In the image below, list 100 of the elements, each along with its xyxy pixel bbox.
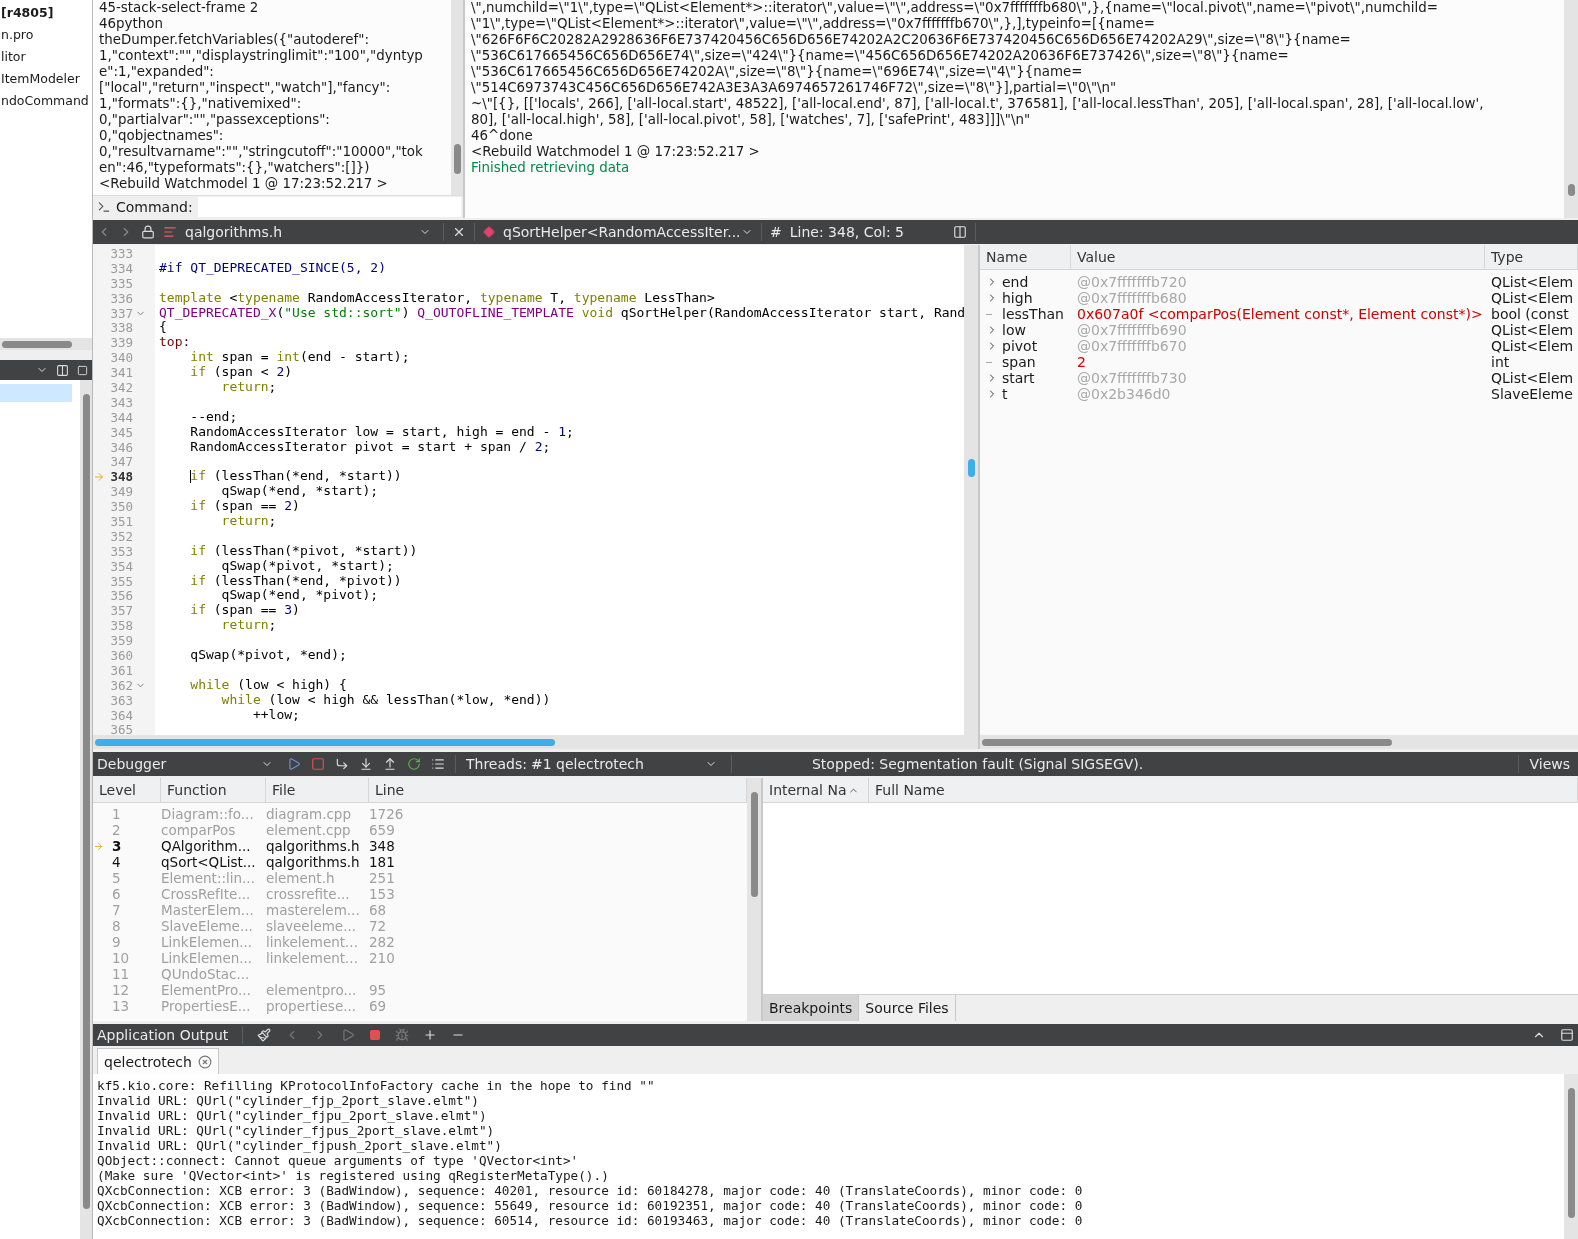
line-number: 333 (109, 245, 133, 261)
lock-icon[interactable] (141, 225, 155, 239)
variable-type: SlaveEleme (1491, 386, 1573, 402)
code-line: qSwap(*end, *start); (220, 484, 380, 500)
variable-value: @0x7fffffffb720 (1077, 274, 1187, 290)
code-line: qSwap(*pivot, *start); (221, 558, 395, 574)
line-number: 355 (109, 573, 133, 589)
vertical-scrollbar[interactable] (747, 778, 761, 1021)
column-header[interactable]: Name (980, 245, 1071, 269)
variable-value: @0x7fffffffb730 (1077, 370, 1187, 386)
project-tree-item[interactable]: litor (0, 46, 92, 68)
line-number: 350 (109, 499, 133, 515)
code-line: return; (220, 514, 278, 529)
line-number: 357 (109, 603, 133, 619)
symbol-selector[interactable]: qSortHelper<RandomAccessIter... (503, 224, 753, 240)
line-number: 359 (109, 633, 133, 649)
close-icon[interactable] (452, 225, 466, 239)
column-header[interactable]: Level (93, 778, 161, 802)
column-header[interactable]: Internal Na (763, 778, 869, 802)
log-line: \"626F6F6C20282A2928636F6E737420456C656D656E74202A2C20636F6E737420456C656D656E74202A29\",size=\"8\"}{name= (471, 32, 1352, 48)
log-line: ~\"[{}, [['locals', 266], ['all-local.start', 48522], ['all-local.end', 87], ['all-local.t', 376581], ['all-local.lessThan', 205], ['all-local.span', 28], ['all-local.low', (471, 96, 1485, 112)
vertical-scrollbar[interactable] (80, 380, 92, 1239)
stack-file: linkelement... (266, 934, 358, 950)
code-line: if (lessThan(*end, *start)) (189, 469, 403, 485)
vertical-scrollbar[interactable] (964, 245, 978, 735)
line-number: 360 (109, 648, 133, 663)
file-selector[interactable]: qalgorithms.h (185, 224, 435, 240)
code-line: RandomAccessIterator low = start, high = end - 1; (189, 424, 575, 440)
line-number: 348 (109, 469, 133, 485)
command-label: Command: (116, 199, 193, 215)
vertical-scrollbar[interactable] (1564, 0, 1578, 218)
views-menu[interactable]: Views (1529, 756, 1570, 772)
split-icon[interactable] (56, 363, 69, 377)
line-number: 363 (109, 692, 133, 708)
variable-type: bool (const (1491, 306, 1569, 322)
project-tree-item[interactable]: n.pro (0, 24, 92, 46)
variable-name: low (1002, 322, 1026, 338)
current-frame-arrow-icon (93, 840, 104, 852)
vertical-scrollbar[interactable] (1564, 1074, 1578, 1239)
output-tab[interactable]: qelectrotech (97, 1048, 219, 1074)
line-number: 365 (109, 722, 133, 735)
output-line: (Make sure 'QVector<int>' is registered using qRegisterMetaType().) (97, 1168, 610, 1183)
stack-file: linkelement... (266, 950, 358, 966)
code-line: qSwap(*end, *pivot); (220, 588, 379, 604)
column-header[interactable]: File (266, 778, 369, 802)
variable-type: QList<Elem (1491, 370, 1574, 386)
code-line: if (span == 3) (189, 603, 301, 619)
horizontal-scrollbar[interactable] (980, 735, 1578, 749)
stack-line: 69 (369, 998, 387, 1014)
restart-icon[interactable] (407, 757, 421, 771)
log-line: \"536C617665456C656D656E74202A\",size=\"8\"}{name=\"696E74\",size=\"4\"}{name= (471, 64, 1084, 80)
line-number: 340 (109, 350, 133, 366)
stack-line: 282 (369, 934, 395, 950)
line-number: 342 (109, 379, 133, 395)
column-header[interactable]: Function (161, 778, 266, 802)
stack-level: 6 (112, 886, 121, 902)
stack-line: 153 (369, 886, 395, 902)
stop-icon[interactable] (369, 1029, 382, 1041)
log-line: 1,"formats":{},"nativemixed": (99, 96, 303, 112)
horizontal-scrollbar[interactable] (0, 338, 92, 350)
file-icon[interactable] (163, 225, 177, 239)
stop-icon[interactable] (311, 757, 325, 771)
line-number: 343 (109, 394, 133, 410)
cursor-position[interactable]: Line: 348, Col: 5 (789, 224, 904, 240)
threads-label: Threads: (466, 756, 527, 772)
log-line: <Rebuild Watchmodel 1 @ 17:23:52.217 > (99, 176, 389, 192)
project-tree-item[interactable]: ItemModeler (0, 68, 92, 90)
vertical-scrollbar[interactable] (451, 0, 463, 195)
column-header[interactable]: Type (1485, 245, 1578, 269)
log-line: en":46,"typeformats":{},"watchers":[]}) (99, 160, 371, 176)
line-number: 344 (109, 409, 133, 425)
stack-line: 251 (369, 870, 395, 886)
variable-type: QList<Elem (1491, 274, 1574, 290)
command-field[interactable] (197, 197, 461, 217)
code-line: while (low < high && lessThan(*low, *end)) (220, 692, 552, 708)
code-line: return; (220, 380, 278, 395)
code-line: if (lessThan(*pivot, *start)) (189, 543, 419, 559)
run-icon[interactable] (341, 1028, 356, 1042)
line-number: 347 (109, 454, 133, 470)
debugger-mode-selector[interactable]: Debugger (97, 756, 277, 772)
debug-icon[interactable] (395, 1028, 410, 1042)
code-line: #if QT_DEPRECATED_SINCE(5, 2) (159, 260, 387, 276)
close-icon[interactable] (197, 1054, 212, 1069)
column-header[interactable]: Full Name (869, 778, 1578, 802)
project-tree-item[interactable]: [r4805] (0, 2, 92, 24)
thread-selector[interactable]: #1 qelectrotech (530, 756, 721, 772)
code-line: top: (159, 335, 191, 351)
panel-tab[interactable]: Source Files (859, 995, 956, 1021)
horizontal-scrollbar[interactable] (93, 735, 978, 749)
zoom-in-icon[interactable] (423, 1028, 438, 1042)
line-number: 361 (109, 662, 133, 678)
split-icon[interactable] (953, 225, 967, 239)
project-tree-item[interactable]: ndoCommand (0, 90, 92, 112)
command-icon (97, 200, 111, 214)
stack-level: 10 (112, 950, 130, 966)
panel-tab[interactable]: Breakpoints (763, 995, 860, 1021)
stack-level: 8 (112, 918, 121, 934)
log-line: \",numchild=\"1\",type=\"QList<Element*>::iterator\",value=\"\",address=\"0x7fffffffb680\",},{name=\"local.pivot\",name=\"pivot\",numchild= (471, 0, 1439, 16)
column-header[interactable]: Value (1071, 245, 1485, 269)
variable-value: @0x2b346d0 (1077, 386, 1171, 402)
